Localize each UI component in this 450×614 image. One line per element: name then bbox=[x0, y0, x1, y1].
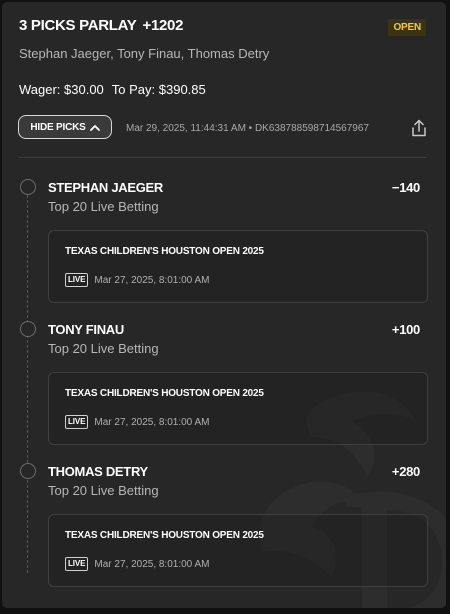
pick-odds: +100 bbox=[391, 322, 420, 337]
bet-card: 3 PICKS PARLAY +1202 OPEN Stephan Jaeger,… bbox=[2, 2, 446, 608]
parlay-name: 3 PICKS PARLAY bbox=[19, 17, 137, 34]
event-card: TEXAS CHILDREN'S HOUSTON OPEN 2025 LIVE … bbox=[48, 372, 428, 445]
live-badge: LIVE bbox=[65, 557, 89, 571]
event-card: TEXAS CHILDREN'S HOUSTON OPEN 2025 LIVE … bbox=[48, 514, 428, 587]
pick-market: Top 20 Live Betting bbox=[48, 199, 159, 214]
hide-picks-button[interactable]: HIDE PICKS bbox=[18, 115, 112, 139]
event-meta: LIVE Mar 27, 2025, 8:01:00 AM bbox=[65, 273, 209, 287]
pick-odds: +280 bbox=[391, 464, 420, 479]
pick-market: Top 20 Live Betting bbox=[48, 341, 159, 356]
event-meta: LIVE Mar 27, 2025, 8:01:00 AM bbox=[65, 557, 209, 571]
hide-picks-label: HIDE PICKS bbox=[30, 121, 86, 133]
event-date: Mar 27, 2025, 8:01:00 AM bbox=[94, 274, 210, 286]
event-card: TEXAS CHILDREN'S HOUSTON OPEN 2025 LIVE … bbox=[48, 230, 428, 303]
live-badge: LIVE bbox=[65, 415, 89, 429]
timeline-line bbox=[27, 195, 28, 573]
parlay-odds: +1202 bbox=[142, 17, 184, 34]
share-icon[interactable] bbox=[411, 119, 427, 137]
divider bbox=[19, 157, 427, 158]
event-date: Mar 27, 2025, 8:01:00 AM bbox=[94, 558, 210, 570]
bet-meta: Mar 29, 2025, 11:44:31 AM • DK6387885987… bbox=[126, 123, 369, 134]
wager-row: Wager: $30.00 To Pay: $390.85 bbox=[19, 82, 206, 97]
timeline-dot-icon bbox=[20, 321, 36, 337]
pick-player-name: THOMAS DETRY bbox=[48, 464, 148, 479]
event-title: TEXAS CHILDREN'S HOUSTON OPEN 2025 bbox=[65, 388, 264, 399]
pick-player-name: TONY FINAU bbox=[48, 322, 124, 337]
wager-amount: Wager: $30.00 bbox=[19, 82, 104, 97]
event-meta: LIVE Mar 27, 2025, 8:01:00 AM bbox=[65, 415, 209, 429]
timeline-dot-icon bbox=[20, 463, 36, 479]
status-badge: OPEN bbox=[388, 19, 426, 36]
event-title: TEXAS CHILDREN'S HOUSTON OPEN 2025 bbox=[65, 246, 264, 257]
chevron-up-icon bbox=[89, 124, 100, 131]
pick-player-name: STEPHAN JAEGER bbox=[48, 180, 163, 195]
parlay-title: 3 PICKS PARLAY +1202 bbox=[19, 17, 183, 34]
live-badge: LIVE bbox=[65, 273, 89, 287]
pick-odds: −140 bbox=[391, 180, 420, 195]
pick-market: Top 20 Live Betting bbox=[48, 483, 159, 498]
to-pay-amount: To Pay: $390.85 bbox=[111, 82, 206, 97]
event-date: Mar 27, 2025, 8:01:00 AM bbox=[94, 416, 210, 428]
timeline-dot-icon bbox=[20, 179, 36, 195]
event-title: TEXAS CHILDREN'S HOUSTON OPEN 2025 bbox=[65, 530, 264, 541]
parlay-selections: Stephan Jaeger, Tony Finau, Thomas Detry bbox=[19, 46, 270, 61]
